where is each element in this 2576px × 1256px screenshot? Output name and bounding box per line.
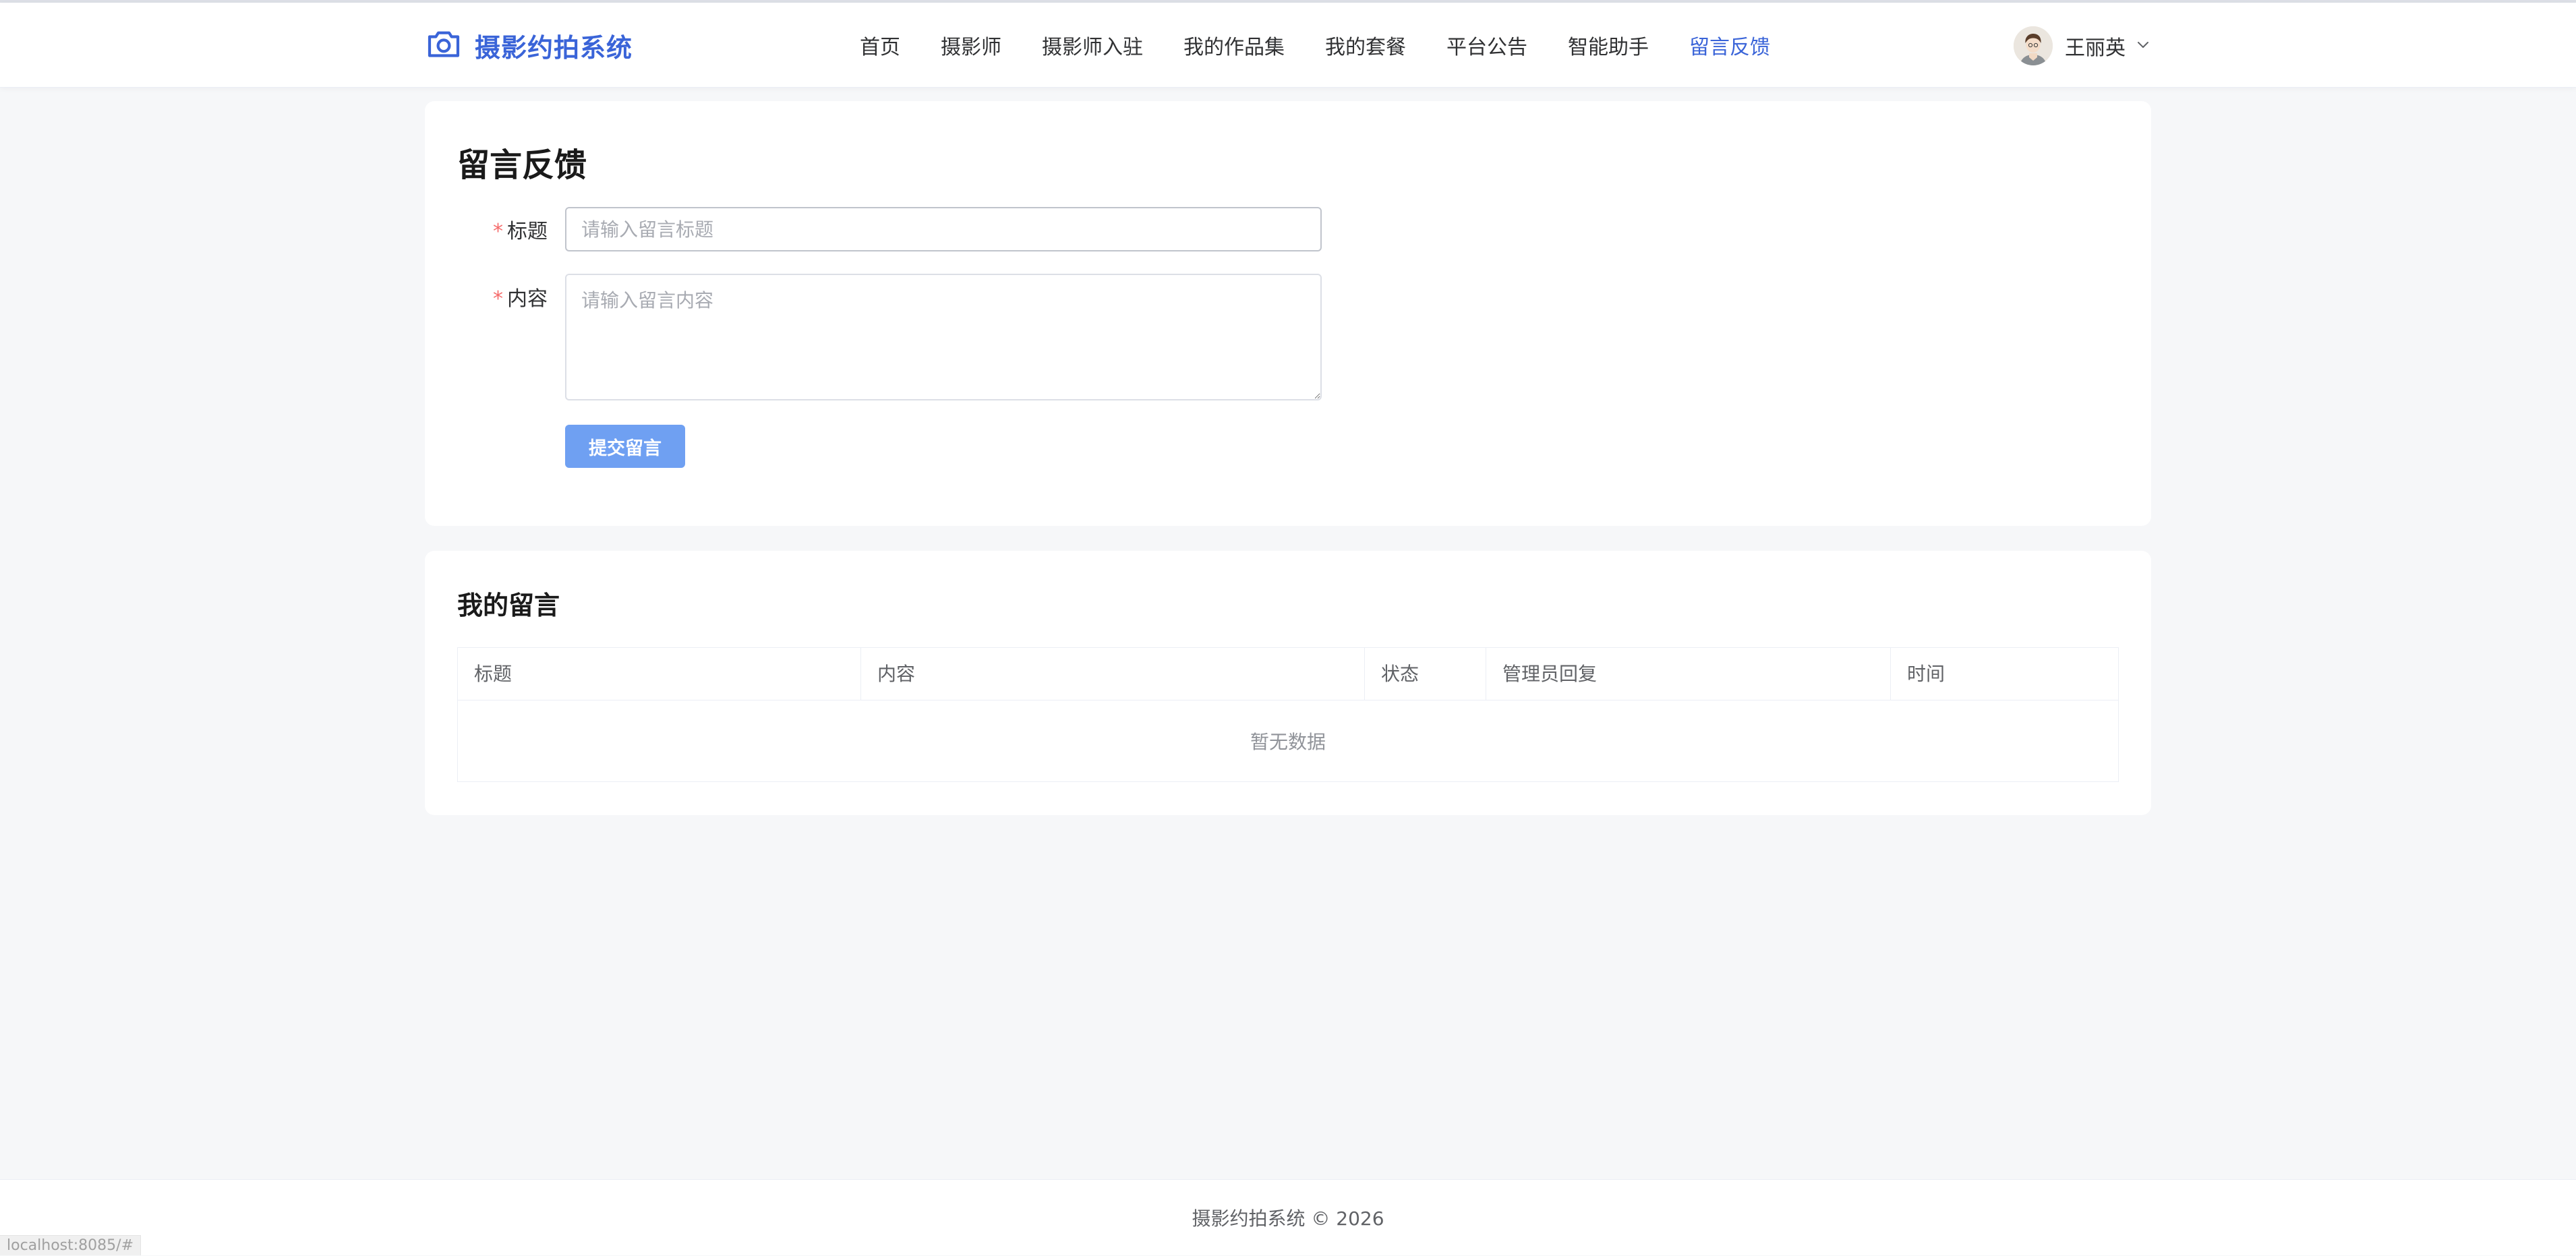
nav-my-packages[interactable]: 我的套餐 xyxy=(1325,30,1406,60)
required-mark: * xyxy=(493,220,503,243)
title-label: * 标题 xyxy=(493,214,548,244)
section-title: 我的留言 xyxy=(457,591,560,620)
table-body: 暂无数据 xyxy=(458,700,2118,781)
empty-state-text: 暂无数据 xyxy=(1250,731,1326,753)
column-header-admin-reply: 管理员回复 xyxy=(1486,648,1891,700)
nav-smart-assistant[interactable]: 智能助手 xyxy=(1568,30,1649,60)
table-header: 标题 内容 状态 管理员回复 时间 xyxy=(458,648,2118,700)
brand[interactable]: 摄影约拍系统 xyxy=(425,26,633,65)
chevron-down-icon[interactable] xyxy=(2126,36,2151,55)
top-navbar: 摄影约拍系统 首页 摄影师 摄影师入驻 我的作品集 我的套餐 平台公告 智能助手… xyxy=(0,3,2576,88)
avatar[interactable] xyxy=(2014,26,2053,65)
submit-feedback-button[interactable]: 提交留言 xyxy=(565,425,685,468)
nav-feedback[interactable]: 留言反馈 xyxy=(1689,30,1770,60)
page-title: 留言反馈 xyxy=(457,146,587,184)
user-menu[interactable]: 王丽英 xyxy=(2014,26,2151,66)
content-label-text: 内容 xyxy=(507,287,548,311)
nav-announcements[interactable]: 平台公告 xyxy=(1446,30,1527,60)
column-header-status: 状态 xyxy=(1365,648,1486,700)
nav-my-portfolio[interactable]: 我的作品集 xyxy=(1183,30,1285,60)
content-label: * 内容 xyxy=(493,282,548,311)
footer-copyright: 摄影约拍系统 © 2026 xyxy=(1192,1207,1384,1230)
my-messages-card: 我的留言 标题 内容 状态 管理员回复 时间 暂无数据 xyxy=(425,551,2151,815)
brand-title: 摄影约拍系统 xyxy=(475,32,633,63)
column-header-time: 时间 xyxy=(1907,663,1945,685)
feedback-form-card: 留言反馈 *标题 *内容 提交留言 xyxy=(425,101,2151,526)
browser-status-url: localhost:8085/# xyxy=(0,1235,141,1255)
user-name: 王丽英 xyxy=(2065,36,2126,60)
messages-table: 标题 内容 状态 管理员回复 时间 暂无数据 xyxy=(457,647,2119,782)
column-header-content: 内容 xyxy=(861,648,1365,700)
required-mark: * xyxy=(493,287,503,311)
main-nav: 首页 摄影师 摄影师入驻 我的作品集 我的套餐 平台公告 智能助手 留言反馈 xyxy=(860,26,1770,65)
camera-icon xyxy=(425,25,463,65)
column-header-title: 标题 xyxy=(458,648,861,700)
footer: 摄影约拍系统 © 2026 xyxy=(0,1179,2576,1255)
content-textarea[interactable] xyxy=(565,274,1322,400)
nav-photographers[interactable]: 摄影师 xyxy=(941,30,1001,60)
nav-home[interactable]: 首页 xyxy=(860,30,900,60)
title-input[interactable] xyxy=(565,207,1322,251)
nav-photographer-join[interactable]: 摄影师入驻 xyxy=(1042,30,1143,60)
title-label-text: 标题 xyxy=(507,220,548,243)
